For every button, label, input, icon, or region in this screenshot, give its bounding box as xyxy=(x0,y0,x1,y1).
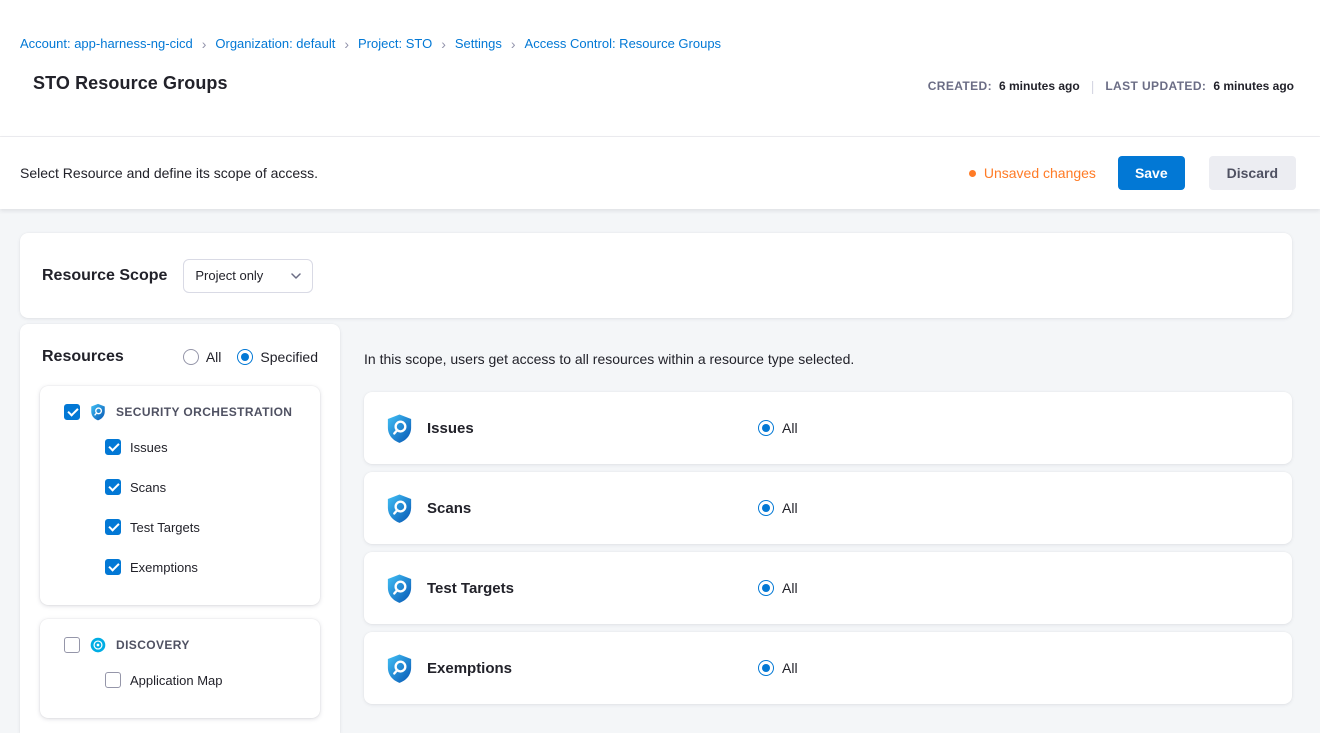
resource-item-label: Scans xyxy=(130,480,166,495)
sto-shield-icon xyxy=(384,573,415,604)
sto-shield-icon xyxy=(384,493,415,524)
access-all-label: All xyxy=(782,580,798,596)
group-label-security-orchestration: SECURITY ORCHESTRATION xyxy=(116,405,292,419)
group-label-discovery: DISCOVERY xyxy=(116,638,190,652)
resource-group-security-orchestration: SECURITY ORCHESTRATION Issues Scans Test… xyxy=(40,386,320,605)
resource-group-discovery: DISCOVERY Application Map xyxy=(40,619,320,718)
scope-row-test-targets: Test Targets All xyxy=(364,552,1292,624)
resource-scope-card: Resource Scope Project only xyxy=(20,233,1292,318)
access-all-label: All xyxy=(782,500,798,516)
checkbox-exemptions[interactable] xyxy=(105,559,121,575)
radio-all-control[interactable] xyxy=(183,349,199,365)
radio-all-access-control[interactable] xyxy=(758,500,774,516)
breadcrumb-account-link[interactable]: Account: app-harness-ng-cicd xyxy=(20,36,193,51)
sto-shield-icon xyxy=(384,413,415,444)
radio-all-access-control[interactable] xyxy=(758,660,774,676)
scope-row-label: Test Targets xyxy=(427,580,758,597)
scope-row-access-radio[interactable]: All xyxy=(758,420,798,436)
radio-specified-label: Specified xyxy=(260,349,318,365)
chevron-right-icon: › xyxy=(441,37,446,51)
scope-row-label: Scans xyxy=(427,500,758,517)
chevron-down-icon xyxy=(291,273,301,279)
scope-description: In this scope, users get access to all r… xyxy=(364,351,1292,367)
breadcrumb: Account: app-harness-ng-cicd › Organizat… xyxy=(20,36,1296,51)
scope-row-scans: Scans All xyxy=(364,472,1292,544)
resource-item-label: Application Map xyxy=(130,673,223,688)
action-toolbar: Select Resource and define its scope of … xyxy=(0,137,1320,209)
chevron-right-icon: › xyxy=(511,37,516,51)
resources-mode-radio-group: All Specified xyxy=(183,349,318,365)
resource-item-issues: Issues xyxy=(105,427,306,467)
page-header: Account: app-harness-ng-cicd › Organizat… xyxy=(0,0,1320,137)
radio-all[interactable]: All xyxy=(183,349,222,365)
scope-row-access-radio[interactable]: All xyxy=(758,580,798,596)
radio-all-access-control[interactable] xyxy=(758,420,774,436)
resource-item-exemptions: Exemptions xyxy=(105,547,306,587)
access-all-label: All xyxy=(782,660,798,676)
toolbar-actions: Unsaved changes Save Discard xyxy=(969,156,1296,190)
save-button[interactable]: Save xyxy=(1118,156,1185,190)
last-updated-label: LAST UPDATED: xyxy=(1105,79,1206,93)
scope-row-access-radio[interactable]: All xyxy=(758,660,798,676)
resource-item-label: Test Targets xyxy=(130,520,200,535)
last-updated-value: 6 minutes ago xyxy=(1213,79,1294,93)
breadcrumb-resource-groups-link[interactable]: Access Control: Resource Groups xyxy=(525,36,722,51)
chevron-right-icon: › xyxy=(202,37,207,51)
resource-item-label: Issues xyxy=(130,440,168,455)
scope-row-issues: Issues All xyxy=(364,392,1292,464)
radio-specified[interactable]: Specified xyxy=(237,349,318,365)
created-label: CREATED: xyxy=(928,79,992,93)
resource-item-scans: Scans xyxy=(105,467,306,507)
checkbox-discovery[interactable] xyxy=(64,637,80,653)
checkbox-test-targets[interactable] xyxy=(105,519,121,535)
resource-scope-select[interactable]: Project only xyxy=(183,259,313,293)
scope-row-label: Exemptions xyxy=(427,660,758,677)
meta-divider: | xyxy=(1091,78,1095,94)
scope-row-exemptions: Exemptions All xyxy=(364,632,1292,704)
breadcrumb-settings-link[interactable]: Settings xyxy=(455,36,502,51)
resource-scope-selected-value: Project only xyxy=(195,268,263,283)
discovery-icon xyxy=(89,636,107,654)
access-all-label: All xyxy=(782,420,798,436)
sto-shield-icon xyxy=(384,653,415,684)
radio-all-label: All xyxy=(206,349,222,365)
main-content: Resource Scope Project only Resources Al… xyxy=(0,209,1320,733)
resource-item-test-targets: Test Targets xyxy=(105,507,306,547)
sto-shield-icon xyxy=(89,403,107,421)
page-title: STO Resource Groups xyxy=(33,73,228,94)
discard-button[interactable]: Discard xyxy=(1209,156,1296,190)
resource-item-label: Exemptions xyxy=(130,560,198,575)
scope-access-panel: In this scope, users get access to all r… xyxy=(364,324,1292,712)
checkbox-issues[interactable] xyxy=(105,439,121,455)
checkbox-application-map[interactable] xyxy=(105,672,121,688)
unsaved-changes-label: Unsaved changes xyxy=(984,165,1096,181)
resources-title: Resources xyxy=(42,348,124,366)
resource-scope-title: Resource Scope xyxy=(42,267,167,285)
unsaved-dot-icon xyxy=(969,170,976,177)
resource-item-application-map: Application Map xyxy=(105,660,306,700)
checkbox-scans[interactable] xyxy=(105,479,121,495)
breadcrumb-organization-link[interactable]: Organization: default xyxy=(215,36,335,51)
checkbox-security-orchestration[interactable] xyxy=(64,404,80,420)
radio-all-access-control[interactable] xyxy=(758,580,774,596)
toolbar-description: Select Resource and define its scope of … xyxy=(20,165,318,181)
resources-panel: Resources All Specified xyxy=(20,324,340,733)
chevron-right-icon: › xyxy=(344,37,349,51)
breadcrumb-project-link[interactable]: Project: STO xyxy=(358,36,432,51)
scope-row-label: Issues xyxy=(427,420,758,437)
created-value: 6 minutes ago xyxy=(999,79,1080,93)
radio-specified-control[interactable] xyxy=(237,349,253,365)
meta-info: CREATED: 6 minutes ago | LAST UPDATED: 6… xyxy=(928,78,1296,94)
scope-row-access-radio[interactable]: All xyxy=(758,500,798,516)
